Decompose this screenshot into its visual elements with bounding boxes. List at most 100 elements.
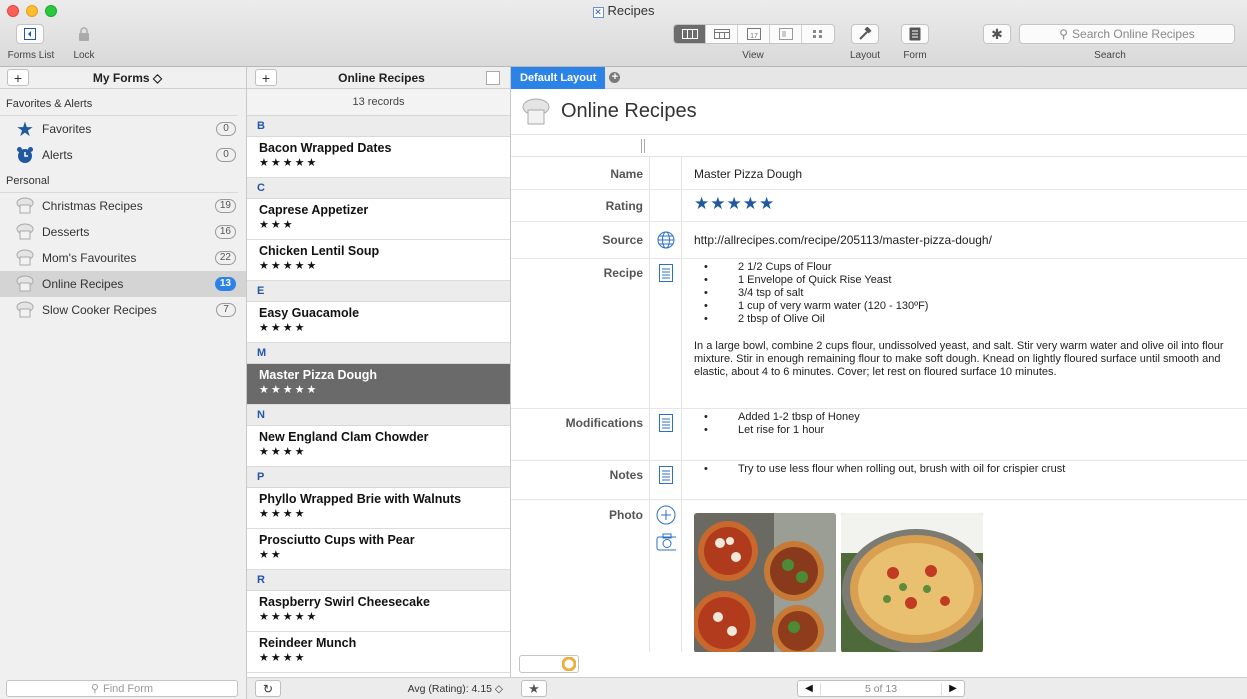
add-form-button[interactable]: + (7, 69, 29, 86)
field-row-notes: Notes Try to use less flour when rolling… (511, 461, 1247, 500)
hammer-icon (859, 27, 872, 40)
form-label: Form (903, 50, 927, 61)
section-letter: P (247, 467, 510, 488)
form-button[interactable] (901, 24, 929, 44)
rating-field[interactable]: ★★★★★ (694, 194, 775, 214)
section-personal: Personal (0, 168, 238, 193)
field-row-source: Source http://allrecipes.com/recipe/2051… (511, 222, 1247, 259)
favorite-star-button[interactable]: ★ (521, 680, 547, 697)
field-row-recipe: Recipe 2 1/2 Cups of Flour 1 Envelope of… (511, 259, 1247, 409)
sidebar-item-desserts[interactable]: Desserts 16 (0, 219, 246, 245)
detail-footer: ★ ◀ 5 of 13 ▶ (511, 652, 1247, 699)
view-cards-button[interactable] (770, 25, 802, 43)
sidebar-item-favorites[interactable]: ★ Favorites 0 (0, 116, 246, 142)
sidebar-item-slow-cooker-recipes[interactable]: Slow Cooker Recipes 7 (0, 297, 246, 323)
record-name: Master Pizza Dough (259, 368, 378, 382)
record-count: 13 records (247, 89, 510, 116)
record-name: Caprese Appetizer (259, 203, 369, 217)
list-item[interactable]: Reindeer Munch ★★★★ (247, 632, 510, 673)
average-rating-popup[interactable]: Avg (Rating): 4.15 ◇ (408, 683, 503, 695)
list-item: Let rise for 1 hour (694, 424, 860, 437)
chef-hat-icon (14, 274, 36, 294)
forms-list-button[interactable] (16, 24, 44, 44)
sidebar-item-christmas-recipes[interactable]: Christmas Recipes 19 (0, 193, 246, 219)
list-item-selected[interactable]: Master Pizza Dough ★★★★★ (247, 364, 510, 405)
sidebar-item-label: Online Recipes (42, 277, 124, 291)
list-item[interactable]: Raspberry Swirl Cheesecake ★★★★★ (247, 591, 510, 632)
find-form-input[interactable]: ⚲ Find Form (6, 680, 238, 697)
refresh-button[interactable]: ↻ (255, 680, 281, 697)
record-pager: ◀ 5 of 13 ▶ (797, 680, 965, 697)
recipe-instructions: In a large bowl, combine 2 cups flour, u… (694, 340, 1224, 378)
section-letter: E (247, 281, 510, 302)
view-table-button[interactable] (706, 25, 738, 43)
lock-icon (79, 27, 89, 41)
view-segmented-control[interactable]: 17 (673, 24, 835, 44)
notes-field[interactable]: Try to use less flour when rolling out, … (694, 463, 1065, 476)
field-label-recipe: Recipe (603, 266, 643, 280)
chef-hat-icon (14, 248, 36, 268)
field-label-modifications: Modifications (565, 416, 643, 430)
svg-text:17: 17 (750, 33, 758, 40)
recipe-field[interactable]: 2 1/2 Cups of Flour 1 Envelope of Quick … (694, 261, 1234, 379)
list-item[interactable]: Bacon Wrapped Dates ★★★★★ (247, 137, 510, 178)
record-name: Easy Guacamole (259, 306, 360, 320)
list-item[interactable]: Phyllo Wrapped Brie with Walnuts ★★★★ (247, 488, 510, 529)
find-form-placeholder: Find Form (102, 682, 154, 695)
note-icon[interactable] (656, 263, 676, 283)
camera-icon[interactable] (656, 532, 676, 552)
name-field[interactable]: Master Pizza Dough (694, 167, 802, 181)
add-photo-icon[interactable] (656, 505, 676, 525)
list-options-icon[interactable] (486, 70, 500, 85)
layout-tabbar: Default Layout + (511, 66, 1247, 89)
note-icon[interactable] (656, 465, 676, 485)
modifications-field[interactable]: Added 1-2 tbsp of Honey Let rise for 1 h… (694, 411, 860, 437)
field-label-name: Name (610, 167, 643, 181)
app-icon: ✕ (592, 7, 604, 18)
sidebar-item-moms-favourites[interactable]: Mom's Favourites 22 (0, 245, 246, 271)
pizza-photo[interactable] (694, 513, 836, 653)
settings-button[interactable]: ✱ (983, 24, 1011, 44)
source-url-field[interactable]: http://allrecipes.com/recipe/205113/mast… (694, 233, 992, 247)
record-rating: ★★★ (259, 219, 295, 231)
refresh-icon: ↻ (262, 681, 274, 696)
record-navigation-bar: ★ ◀ 5 of 13 ▶ (511, 677, 1247, 699)
list-item[interactable]: Prosciutto Cups with Pear ★★ (247, 529, 510, 570)
note-icon[interactable] (656, 413, 676, 433)
window-title: ✕ Recipes (592, 3, 655, 18)
column-resize-handle[interactable] (641, 139, 645, 153)
forms-list-label: Forms List (7, 50, 55, 61)
color-picker-field[interactable] (519, 655, 579, 673)
list-item: 1 cup of very warm water (120 - 130ºF) (694, 300, 1234, 313)
view-columns-button[interactable] (674, 25, 706, 43)
my-forms-popup[interactable]: My Forms ◇ (29, 71, 226, 85)
search-input[interactable]: ⚲ Search Online Recipes (1019, 24, 1235, 44)
sidebar-item-alerts[interactable]: Alerts 0 (0, 142, 246, 168)
view-calendar-button[interactable]: 17 (738, 25, 770, 43)
count-badge: 22 (214, 251, 236, 265)
record-name: Phyllo Wrapped Brie with Walnuts (259, 492, 462, 506)
next-record-button[interactable]: ▶ (942, 683, 964, 694)
grid-icon (813, 30, 822, 38)
sidebar-item-online-recipes[interactable]: Online Recipes 13 (0, 271, 246, 297)
list-item[interactable]: Easy Guacamole ★★★★ (247, 302, 510, 343)
lock-button[interactable] (70, 24, 98, 44)
list-item[interactable]: Caprese Appetizer ★★★ (247, 199, 510, 240)
pizza-photo[interactable] (841, 513, 983, 653)
view-grid-button[interactable] (802, 25, 834, 43)
count-badge: 7 (216, 303, 236, 317)
list-item[interactable]: New England Clam Chowder ★★★★ (247, 426, 510, 467)
tab-default-layout[interactable]: Default Layout (511, 66, 606, 89)
list-item[interactable]: Chicken Lentil Soup ★★★★★ (247, 240, 510, 281)
add-record-button[interactable]: + (255, 69, 277, 86)
field-label-source: Source (602, 233, 643, 247)
previous-record-button[interactable]: ◀ (798, 683, 820, 694)
search-icon: ⚲ (1059, 27, 1069, 41)
add-layout-icon[interactable]: + (609, 72, 621, 83)
list-item: 2 1/2 Cups of Flour (694, 261, 1234, 274)
globe-icon[interactable] (656, 230, 676, 250)
record-rating: ★★★★★ (259, 611, 319, 623)
star-icon: ★ (528, 680, 540, 696)
record-rating: ★★★★★ (259, 384, 319, 396)
layout-button[interactable] (851, 24, 879, 44)
